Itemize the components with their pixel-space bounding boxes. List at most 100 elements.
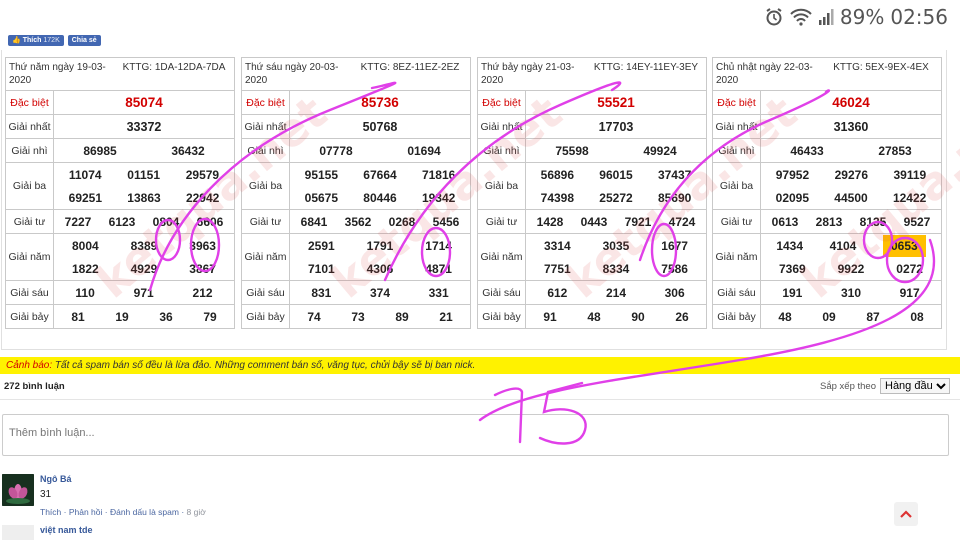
label-giai-ba: Giải ba (241, 162, 290, 210)
label-giai-sau: Giải sáu (5, 280, 54, 305)
prize-number: 7369 (778, 261, 806, 276)
prize-number: 214 (605, 285, 626, 300)
prize-number: 1822 (71, 261, 99, 276)
comment-item: việt nam tde (2, 525, 93, 540)
prize-number: 97952 (775, 167, 810, 182)
prize-number: 05675 (304, 190, 339, 205)
prize-number: 7227 (64, 214, 92, 229)
chevron-up-icon (900, 510, 912, 518)
prize-number: 1677 (661, 238, 688, 253)
draw-date: Thứ năm ngày 19-03-2020 (9, 62, 106, 86)
comment-author[interactable]: việt nam tde (40, 525, 93, 536)
prize-number: 85690 (657, 190, 692, 205)
prize-number: 2813 (815, 214, 843, 229)
prize-number: 917 (899, 285, 920, 300)
prize-number: 27853 (878, 143, 912, 158)
special-prize: 46024 (760, 90, 942, 115)
prize-number: 13863 (127, 190, 161, 205)
prize-number: 1791 (366, 238, 394, 253)
first-prize: 50768 (289, 114, 471, 139)
prize-number: 612 (547, 285, 568, 300)
prize-number: 29579 (185, 167, 220, 182)
prize-number: 3562 (344, 214, 372, 229)
prize-number: 79 (203, 309, 217, 324)
label-giai-nhi: Giải nhì (241, 138, 290, 163)
prize-number: 7751 (543, 261, 571, 276)
reply-link[interactable]: Phản hồi (69, 507, 103, 517)
prize-number: 49924 (643, 143, 677, 158)
prize-number: 74 (307, 309, 321, 324)
label-giai-nam: Giải năm (241, 233, 290, 281)
label-giai-nhat: Giải nhất (5, 114, 54, 139)
prize-number: 29276 (834, 167, 868, 182)
warning-text: Tất cả spam bán số đều là lừa đảo. Những… (52, 360, 476, 371)
avatar[interactable] (2, 474, 34, 506)
prize-number: 212 (192, 285, 213, 300)
mark-spam-link[interactable]: Đánh dấu là spam (110, 507, 179, 517)
special-prize: 55521 (525, 90, 707, 115)
kttg-code: KTTG: 5EX-9EX-4EX (833, 62, 929, 73)
prize-number: 4871 (425, 261, 452, 276)
prize-number: 75598 (555, 143, 589, 158)
prize-number: 73 (351, 309, 365, 324)
prize-number: 971 (133, 285, 154, 300)
label-giai-nam: Giải năm (5, 233, 54, 281)
prize-number: 831 (311, 285, 332, 300)
prize-number: 9527 (903, 214, 931, 229)
prize-number: 69251 (68, 190, 103, 205)
label-giai-bay: Giải bảy (5, 304, 54, 329)
draw-date: Chủ nhật ngày 22-03-2020 (716, 62, 813, 86)
prize-number: 331 (428, 285, 449, 300)
prize-number: 8004 (71, 238, 99, 253)
fb-share-button[interactable]: Chia sẻ (67, 35, 101, 46)
draw-date: Thứ sáu ngày 20-03-2020 (245, 62, 339, 86)
label-dac-biet: Đặc biệt (5, 90, 54, 115)
prize-number: 26 (675, 309, 689, 324)
prize-number: 37437 (657, 167, 692, 182)
fb-like-button[interactable]: 👍 Thích 172K (8, 35, 64, 46)
label-giai-tu: Giải tư (241, 209, 290, 234)
prize-number: 3035 (602, 238, 630, 253)
label-giai-bay: Giải bảy (241, 304, 290, 329)
comment-input[interactable] (2, 414, 949, 456)
prize-number: 3963 (189, 238, 216, 253)
spam-warning: Cảnh báo: Tất cả spam bán số đều là lừa … (0, 357, 960, 374)
prize-number: 9922 (837, 261, 865, 276)
prize-number: 95155 (304, 167, 339, 182)
prize-number: 87 (866, 309, 880, 324)
prize-number: 67664 (363, 167, 397, 182)
prize-number: 3314 (543, 238, 571, 253)
label-giai-sau: Giải sáu (241, 280, 290, 305)
kttg-code: KTTG: 1DA-12DA-7DA (122, 62, 226, 73)
prize-number: 56896 (540, 167, 575, 182)
facebook-buttons: 👍 Thích 172K Chia sẻ (8, 35, 101, 46)
prize-number: 48 (778, 309, 792, 324)
prize-number: 48 (587, 309, 601, 324)
draw-date: Thứ bảy ngày 21-03-2020 (481, 62, 575, 86)
label-giai-ba: Giải ba (5, 162, 54, 210)
label-giai-nhat: Giải nhất (477, 114, 526, 139)
label-giai-nam: Giải năm (477, 233, 526, 281)
label-giai-tu: Giải tư (712, 209, 761, 234)
prize-number: 86985 (83, 143, 117, 158)
comments-header: 272 bình luận Sắp xếp theo Hàng đầu (4, 376, 950, 396)
prize-number: 4724 (668, 214, 696, 229)
avatar[interactable] (2, 525, 34, 540)
lotus-avatar-icon (2, 474, 34, 506)
label-giai-nhat: Giải nhất (712, 114, 761, 139)
prize-number: 306 (664, 285, 685, 300)
prize-number: 36 (159, 309, 173, 324)
prize-number: 11074 (68, 167, 102, 182)
like-link[interactable]: Thích (40, 507, 61, 517)
prize-number: 0272 (896, 261, 923, 276)
scroll-to-top-button[interactable] (894, 502, 918, 526)
label-giai-nhi: Giải nhì (477, 138, 526, 163)
comment-time: 8 giờ (186, 507, 206, 517)
lottery-result-table: Thứ bảy ngày 21-03-2020 KTTG: 14EY-11EY-3… (477, 57, 707, 329)
prize-number: 22942 (185, 190, 220, 205)
table-header: Chủ nhật ngày 22-03-2020 KTTG: 5EX-9EX-4E… (712, 57, 942, 91)
prize-number: 0613 (771, 214, 799, 229)
sort-select[interactable]: Hàng đầu (880, 378, 950, 394)
comment-author[interactable]: Ngô Bá (40, 474, 206, 484)
special-prize: 85074 (53, 90, 235, 115)
